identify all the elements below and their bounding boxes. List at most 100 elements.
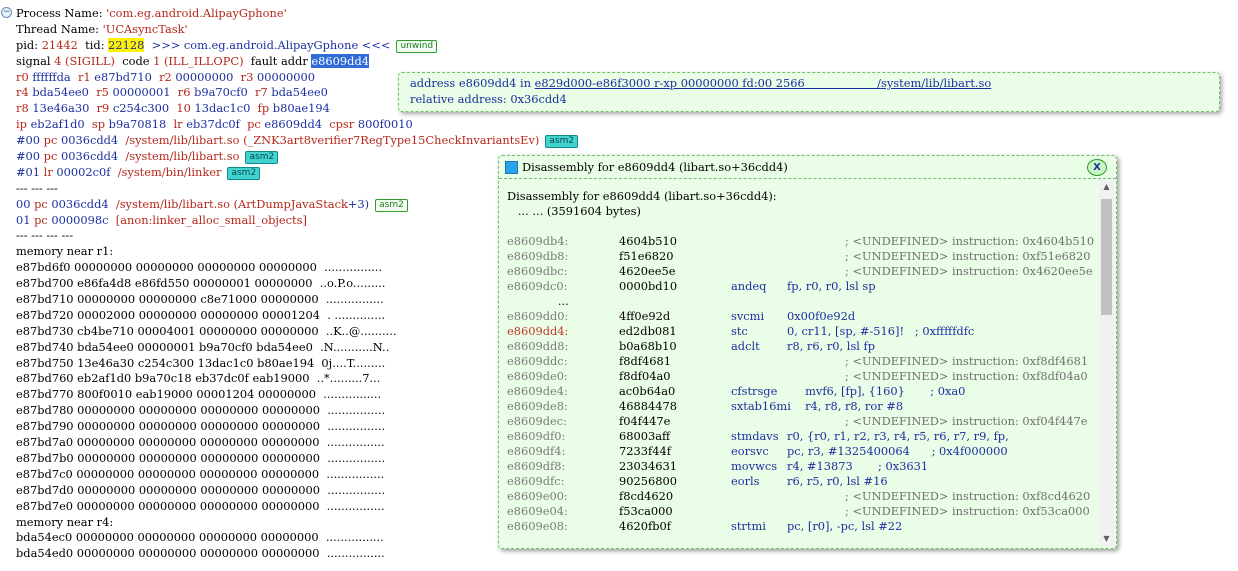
instruction-operands: pc, [r0], -pc, lsl #22 [787,519,903,533]
instruction-row[interactable]: e8609de4: ac0b64a0 cfstrsge mvf6, [fp], {1… [507,384,1099,399]
instruction-row[interactable]: e8609e04: f53ca000 ; <UNDEFINED> instructi… [507,504,1099,519]
disassembly-header: Disassembly for e8609dd4 (libart.so+36cd… [507,189,777,203]
register-value: b9a70cf0 [194,85,248,100]
instruction-row[interactable]: e8609df4: 7233f44f eorsvc pc, r3, #13254000… [507,444,1099,459]
instruction-comment: ; <UNDEFINED> instruction: 0xf51e6820 [845,249,1091,263]
instruction-operands: r6, r5, r0, lsl #16 [787,474,888,488]
register-name: ip [16,117,27,132]
vertical-scrollbar[interactable]: ▲ ▼ [1099,179,1114,546]
instruction-row[interactable]: e8609df8: 23034631 movwcs r4, #13873 ; 0x36… [507,459,1099,474]
unwind-button[interactable]: unwind [396,39,438,53]
instruction-address: e8609de4: [507,384,568,398]
fault-addr-value[interactable]: e8609dd4 [311,53,369,68]
register-name: pc [247,117,261,132]
instruction-bytes: 4ff0e92d [619,309,671,323]
instruction-address: e8609dd8: [507,339,569,353]
instruction-row[interactable]: e8609de8: 46884478 sxtab16mi r4, r8, r8, r… [507,399,1099,414]
instruction-address: e8609db4: [507,234,569,248]
instruction-row-current[interactable]: e8609dd4: ed2db081 stc 0, cr11, [sp, #-516]… [507,324,1099,339]
instruction-address: e8609de8: [507,399,568,413]
register-name: r1 [77,69,91,84]
register-value: c254c300 [112,101,170,116]
instruction-address: e8609dd0: [507,309,569,323]
instruction-mnemonic: adclt [731,339,760,353]
register-value: e8609dd4 [264,117,322,132]
window-icon [505,161,518,174]
pid-value: 21442 [41,37,78,52]
instruction-row[interactable]: e8609dfc: 90256800 eorls r6, r5, r0, lsl #1… [507,474,1099,489]
instruction-row[interactable]: e8609dd0: 4ff0e92d svcmi 0x00f0e92d [507,309,1099,324]
instruction-row[interactable]: e8609db8: f51e6820 ; <UNDEFINED> instructi… [507,249,1099,264]
instruction-bytes: 4604b510 [619,234,678,248]
close-button[interactable]: X [1087,159,1107,176]
frame-register: pc [34,212,48,227]
frame-library: /system/lib/libart.so [125,149,240,164]
instruction-address: e8609df4: [507,444,566,458]
register-name: r2 [159,69,172,84]
register-name: 10 [176,101,191,116]
scroll-thumb[interactable] [1101,199,1112,315]
instruction-bytes: 7233f44f [619,444,671,458]
scroll-down-icon[interactable]: ▼ [1099,531,1114,546]
memory-range-link[interactable]: e829d000-e86f3000 r-xp 00000000 fd:00 25… [535,76,992,90]
instruction-comment: ; <UNDEFINED> instruction: 0xf8cd4620 [845,489,1091,503]
asm-button[interactable]: asm2 [375,198,408,212]
process-marker: >>> com.eg.android.AlipayGphone <<< [144,37,391,52]
backtrace-frame: #00 pc 0036cdd4 /system/lib/libart.so (_… [16,133,1238,149]
instruction-bytes: 68003aff [619,429,671,443]
instruction-row[interactable]: e8609df0: 68003aff stmdavs r0, {r0, r1, r2,… [507,429,1099,444]
register-value: eb37dc0f [186,117,240,132]
instruction-bytes: f8df4681 [619,354,671,368]
instruction-address: e8609df8: [507,459,566,473]
frame-address: 00002c0f [56,164,111,179]
instruction-row[interactable]: e8609ddc: f8df4681 ; <UNDEFINED> instructi… [507,354,1099,369]
instruction-row[interactable]: e8609e08: 4620fb0f strtmi pc, [r0], -pc, ls… [507,519,1099,534]
instruction-bytes: 46884478 [619,399,677,413]
instruction-operands: 0x00f0e92d [787,309,856,323]
address-tooltip: address e8609dd4 in e829d000-e86f3000 r-… [398,72,1220,112]
instruction-row[interactable]: e8609dd8: b0a68b10 adclt r8, r6, r0, lsl fp [507,339,1099,354]
instruction-address: e8609de0: [507,369,568,383]
disassembly-title-bar[interactable]: Disassembly for e8609dd4 (libart.so+36cd… [499,156,1116,179]
frame-index: 00 [16,196,31,211]
scroll-up-icon[interactable]: ▲ [1099,179,1114,194]
instruction-operands: r0, {r0, r1, r2, r3, r4, r5, r6, r7, r9,… [787,429,1009,443]
asm-button[interactable]: asm2 [245,151,279,165]
instruction-mnemonic: stc [731,324,748,338]
signal-line: signal 4 (SIGILL) code 1 (ILL_ILLOPC) fa… [16,53,369,68]
instruction-address: e8609e00: [507,489,568,503]
register-name: r4 [16,85,29,100]
instruction-address: e8609dbc: [507,264,568,278]
frame-library: /system/lib/libart.so [125,133,240,148]
asm-button[interactable]: asm2 [545,135,579,149]
instruction-bytes: 90256800 [619,474,677,488]
asm-button[interactable]: asm2 [227,166,261,180]
instruction-address: e8609ddc: [507,354,568,368]
instruction-row[interactable]: e8609dec: f04f447e ; <UNDEFINED> instructi… [507,414,1099,429]
register-value: bda54ee0 [32,85,89,100]
thread-name-line: Thread Name: 'UCAsyncTask' [16,21,188,36]
register-value: b9a70818 [108,117,167,132]
instruction-comment: ; <UNDEFINED> instruction: 0xf8df04a0 [845,369,1088,383]
instruction-row[interactable]: e8609dc0: 0000bd10 andeq fp, r0, r0, lsl sp [507,279,1099,294]
instruction-comment: ; <UNDEFINED> instruction: 0x4604b510 [845,234,1095,248]
instruction-address: e8609dd4: [507,324,569,338]
instruction-bytes: 23034631 [619,459,677,473]
collapse-toggle-icon[interactable]: − [1,7,12,18]
frame-index: 01 [16,212,31,227]
instruction-row[interactable]: e8609dbc: 4620ee5e ; <UNDEFINED> instructi… [507,264,1099,279]
frame-index: #01 [16,164,41,179]
frame-library: /system/bin/linker [117,164,222,179]
instruction-row[interactable]: e8609e00: f8cd4620 ; <UNDEFINED> instructi… [507,489,1099,504]
register-value: e87bd710 [94,69,152,84]
instruction-comment: ; <UNDEFINED> instruction: 0xf04f447e [845,414,1088,428]
instruction-operands: fp, r0, r0, lsl sp [787,279,876,293]
register-name: sp [91,117,106,132]
register-row: ip eb2af1d0 sp b9a70818 lr eb37dc0f pc e… [16,117,1238,133]
register-name: r9 [96,101,110,116]
instruction-row[interactable]: e8609de0: f8df04a0 ; <UNDEFINED> instructi… [507,369,1099,384]
tooltip-relative-line: relative address: 0x36cdd4 [410,91,567,106]
disassembly-subheader: ... ... (3591604 bytes) [507,204,641,218]
instruction-address: e8609db8: [507,249,569,263]
instruction-row[interactable]: e8609db4: 4604b510 ; <UNDEFINED> instructi… [507,234,1099,249]
